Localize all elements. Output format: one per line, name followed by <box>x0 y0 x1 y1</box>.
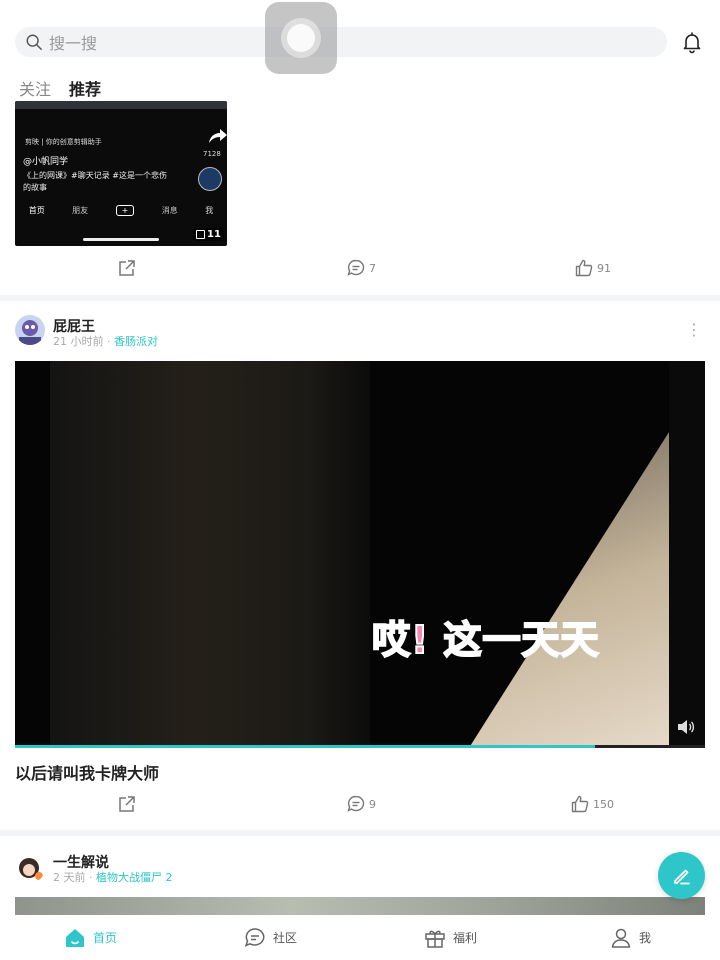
thumbs-up-icon <box>571 795 589 813</box>
post-meta: 2 天前 · 植物大战僵尸 2 <box>53 869 173 885</box>
video-progress-fill <box>15 745 595 748</box>
post-title[interactable]: 以后请叫我卡牌大师 <box>15 760 159 784</box>
comment-count: 9 <box>369 797 376 811</box>
image-count-badge: 11 <box>193 228 224 241</box>
pen-icon <box>673 869 690 884</box>
like-count: 150 <box>593 797 614 811</box>
comment-icon <box>347 259 365 276</box>
assistive-touch-dot <box>287 24 315 52</box>
video-progress-bar[interactable] <box>15 745 705 748</box>
post-2-actions: 9 150 <box>0 794 720 818</box>
thumbnail-navbar: 首页 朋友 + 消息 我 <box>15 205 227 216</box>
feed-tabs: 关注 推荐 <box>19 76 101 106</box>
nav-me-label: 我 <box>638 931 651 945</box>
comment-icon <box>347 795 365 812</box>
nav-home[interactable]: 首页 <box>0 915 180 960</box>
author-avatar[interactable] <box>15 853 45 883</box>
post-meta: 21 小时前 · 香肠派对 <box>53 333 158 349</box>
video-frame-edge <box>669 361 705 748</box>
search-bar[interactable]: 搜一搜 <box>15 27 667 57</box>
share-icon <box>119 260 135 276</box>
home-icon <box>65 928 84 947</box>
more-options-icon[interactable]: ⋮ <box>686 320 702 339</box>
share-icon <box>119 796 135 812</box>
post-image-thumbnail[interactable]: 剪映 | 你的创意剪辑助手 7128 @小帆同学 《上的网课》#聊天记录 #这是… <box>15 101 227 246</box>
post-1-actions: 7 91 <box>0 258 720 282</box>
game-tag[interactable]: 植物大战僵尸 2 <box>96 871 173 884</box>
image-icon <box>196 230 205 239</box>
assistive-touch-button[interactable] <box>265 2 337 74</box>
thumbnail-user: @小帆同学 <box>23 157 69 167</box>
meta-separator: · <box>107 335 114 348</box>
search-icon <box>26 34 42 50</box>
like-button[interactable]: 150 <box>570 794 614 814</box>
thumbnail-description: 《上的网课》#聊天记录 #这是一个悲伤的故事 <box>23 171 167 192</box>
meta-separator: · <box>89 871 96 884</box>
post-divider <box>0 830 720 836</box>
share-button[interactable] <box>117 258 137 278</box>
nav-community[interactable]: 社区 <box>180 915 360 960</box>
share-button[interactable] <box>117 794 137 814</box>
thumbnail-home-indicator <box>83 238 159 241</box>
gift-icon <box>425 930 445 948</box>
thumbnail-nav-me: 我 <box>205 206 214 215</box>
nav-home-label: 首页 <box>92 931 117 945</box>
comment-count: 7 <box>369 261 376 275</box>
post-time: 2 天前 <box>53 871 86 884</box>
tab-recommend[interactable]: 推荐 <box>69 76 101 106</box>
share-arrow-icon <box>209 129 227 143</box>
comment-button[interactable]: 9 <box>346 794 376 814</box>
video-caption: 哎! 这一天天 <box>371 617 600 663</box>
community-icon <box>244 927 265 947</box>
avatar-image <box>15 853 45 883</box>
video-frame-light <box>467 391 695 748</box>
thumbnail-nav-plus: + <box>115 205 135 216</box>
search-placeholder: 搜一搜 <box>49 34 98 53</box>
video-player[interactable]: 哎! 这一天天 <box>15 361 705 748</box>
nav-welfare[interactable]: 福利 <box>360 915 540 960</box>
thumbnail-top-strip <box>15 101 227 109</box>
like-button[interactable]: 91 <box>574 258 611 278</box>
post-time: 21 小时前 <box>53 335 104 348</box>
post-3-media-preview[interactable] <box>15 897 705 917</box>
nav-me[interactable]: 我 <box>540 915 720 960</box>
notification-bell-icon[interactable] <box>680 30 704 54</box>
compose-post-button[interactable] <box>658 852 705 899</box>
thumbnail-nav-home: 首页 <box>28 206 45 215</box>
volume-icon[interactable] <box>677 719 695 735</box>
nav-welfare-label: 福利 <box>452 931 477 945</box>
thumbnail-share-count: 7128 <box>203 150 221 158</box>
thumbnail-nav-friends: 朋友 <box>72 206 89 215</box>
profile-icon <box>611 928 631 948</box>
thumbnail-avatar <box>198 167 222 191</box>
game-tag[interactable]: 香肠派对 <box>114 335 158 348</box>
thumbnail-nav-messages: 消息 <box>161 206 178 215</box>
author-avatar[interactable] <box>15 315 45 345</box>
nav-community-label: 社区 <box>272 931 297 945</box>
thumbs-up-icon <box>575 259 593 277</box>
app-screen: 搜一搜 关注 推荐 剪映 | 你的创意剪辑助手 7128 @小帆同学 《上的网课… <box>0 0 720 960</box>
bottom-navigation: 首页 社区 福利 我 <box>0 915 720 960</box>
tab-follow[interactable]: 关注 <box>19 76 51 104</box>
comment-button[interactable]: 7 <box>346 258 376 278</box>
thumbnail-app-line: 剪映 | 你的创意剪辑助手 <box>25 138 102 146</box>
post-divider <box>0 295 720 301</box>
image-count: 11 <box>207 229 221 240</box>
like-count: 91 <box>597 261 611 275</box>
avatar-image <box>15 315 45 345</box>
video-frame-wall <box>50 361 370 748</box>
